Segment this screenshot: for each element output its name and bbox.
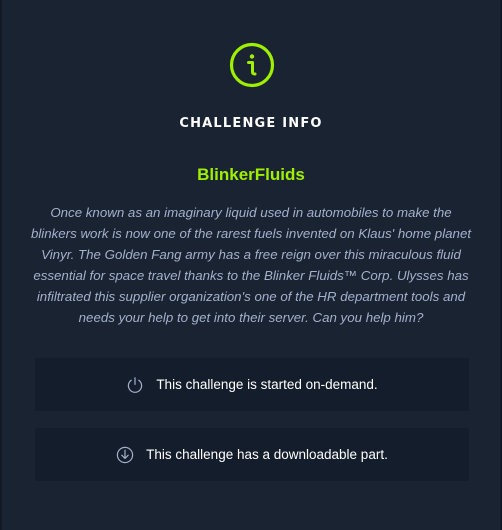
challenge-name: BlinkerFluids xyxy=(197,165,305,184)
modal-heading: CHALLENGE INFO xyxy=(179,116,323,131)
download-icon xyxy=(116,446,134,463)
modal-edge-left xyxy=(0,0,2,530)
on-demand-info-row: This challenge is started on-demand. xyxy=(35,358,469,411)
challenge-info-modal: CHALLENGE INFO BlinkerFluids Once known … xyxy=(0,0,502,530)
power-icon xyxy=(128,376,143,393)
challenge-description: Once known as an imaginary liquid used i… xyxy=(30,205,472,325)
downloadable-info-row: This challenge has a downloadable part. xyxy=(35,428,469,481)
on-demand-label: This challenge is started on-demand. xyxy=(156,377,378,392)
downloadable-label: This challenge has a downloadable part. xyxy=(146,447,388,462)
info-circle-icon xyxy=(229,42,275,88)
